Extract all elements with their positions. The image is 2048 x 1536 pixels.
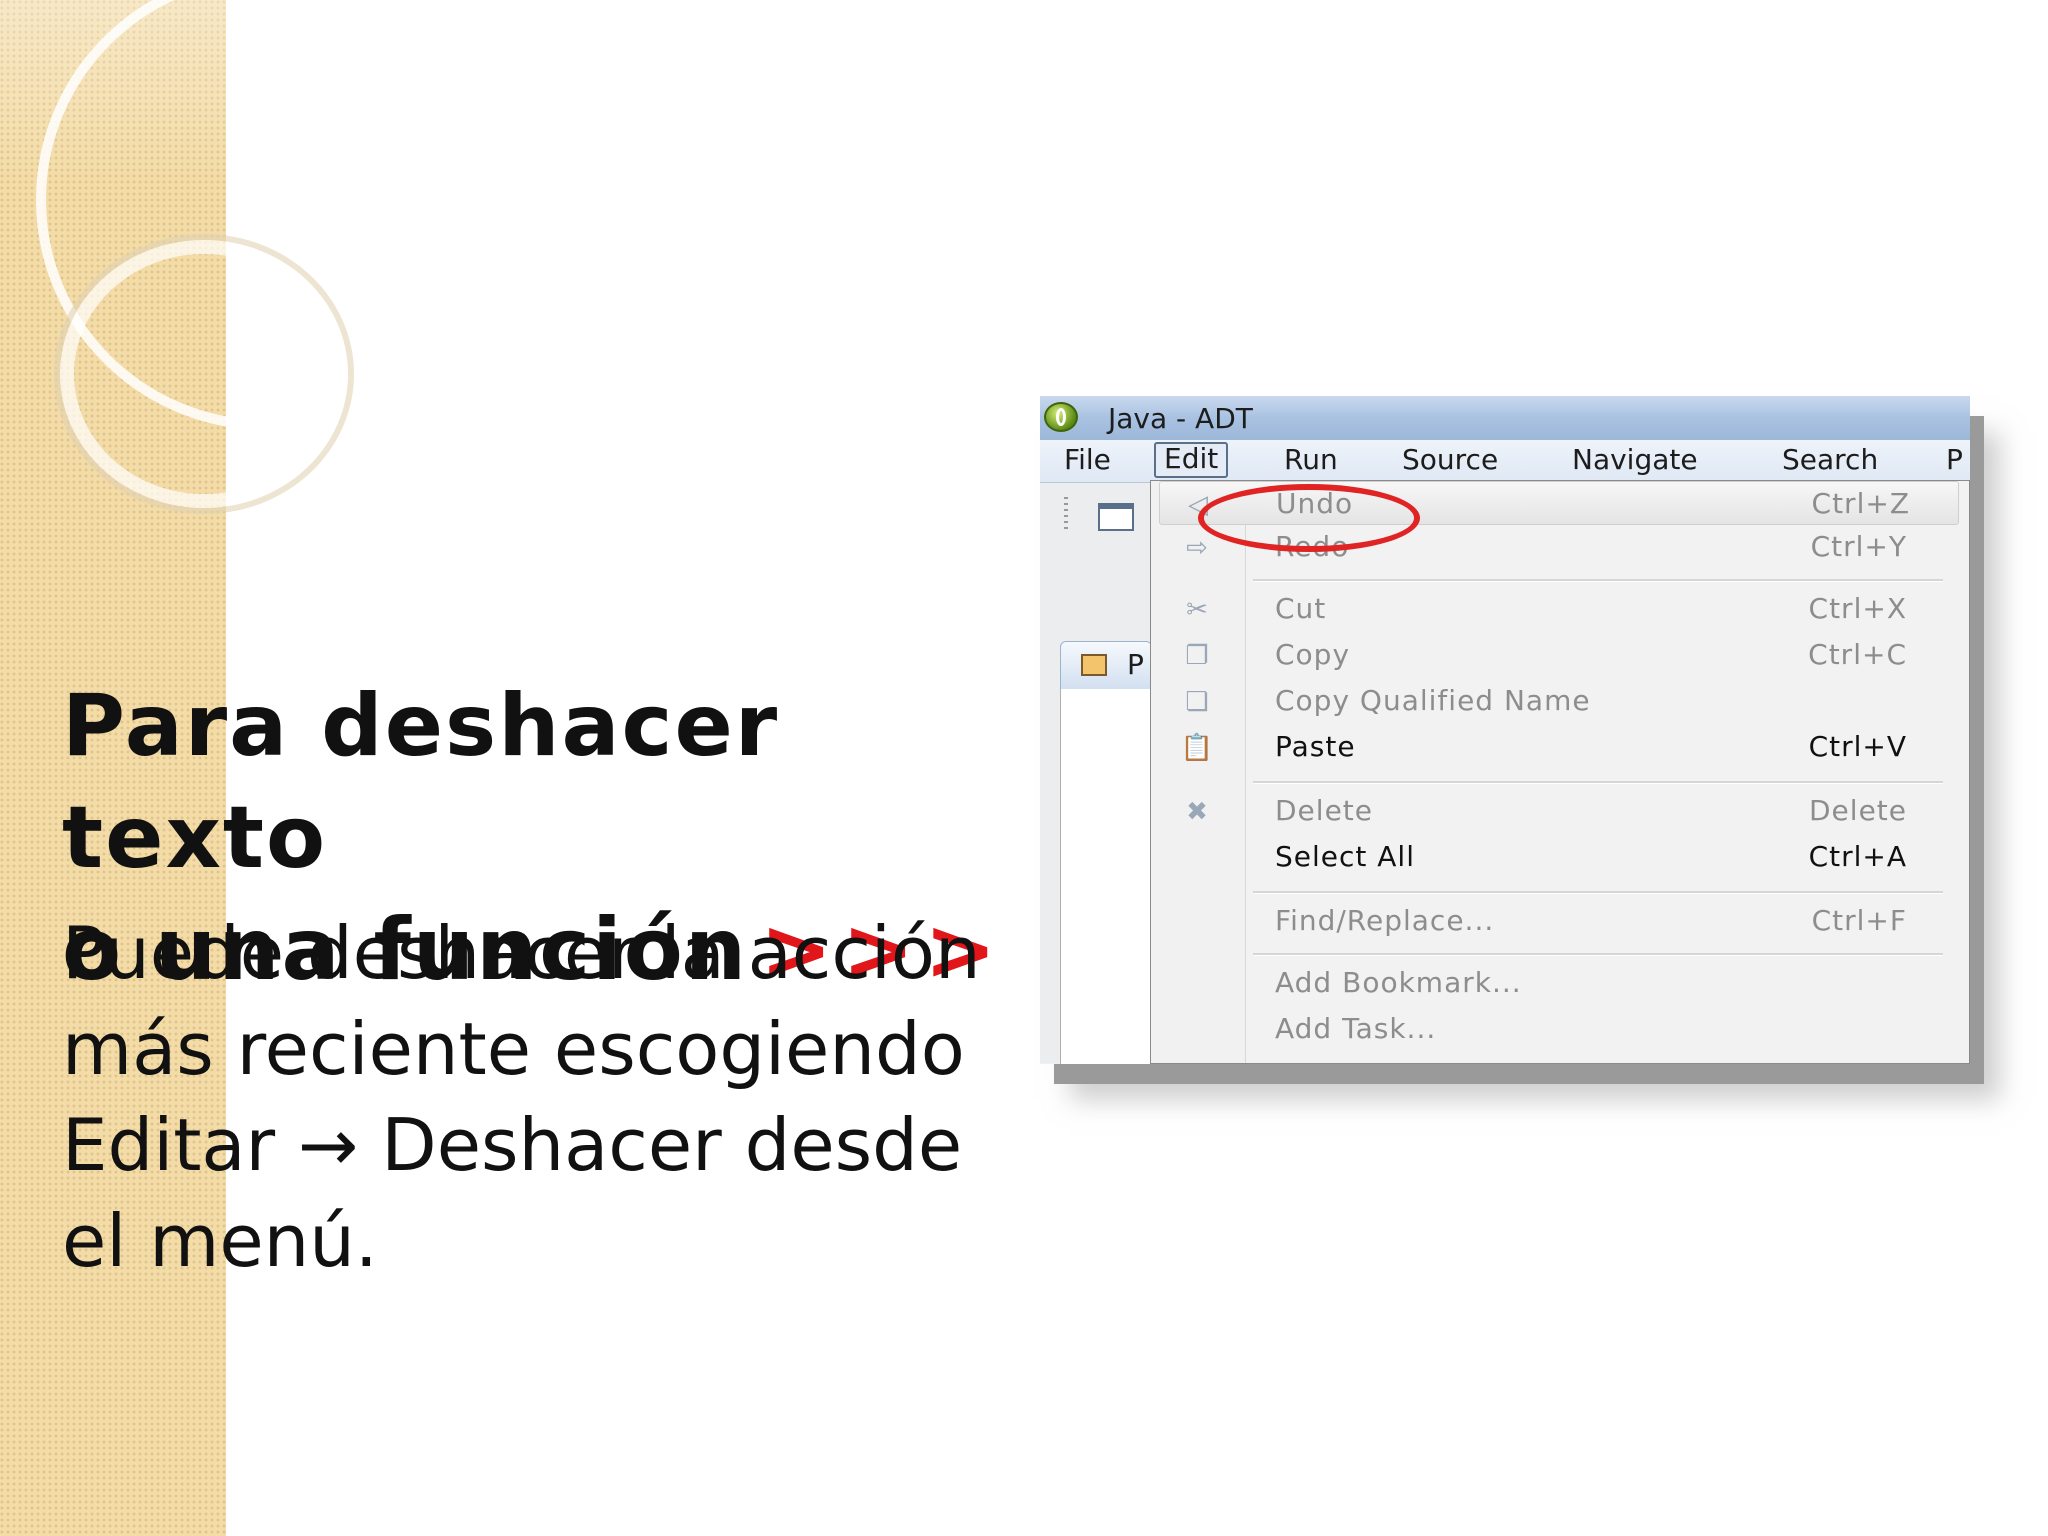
undo-highlight-ring: [1198, 484, 1420, 552]
scissors-icon: ✂: [1186, 595, 1208, 625]
menu-item-label: Copy Qualified Name: [1275, 684, 1591, 717]
delete-icon: ✖: [1186, 797, 1208, 827]
menu-edit[interactable]: Edit: [1154, 442, 1229, 478]
window-title: Java - ADT: [1108, 402, 1253, 435]
menu-item-label: Add Task...: [1275, 1012, 1437, 1045]
decorative-ring-small: [60, 240, 348, 508]
slide-body: Puede deshacer la acción más reciente es…: [62, 905, 1042, 1289]
menu-separator: [1253, 579, 1943, 582]
menu-item-label: Select All: [1275, 840, 1415, 873]
menu-item-add-bookmark[interactable]: Add Bookmark...: [1151, 961, 1970, 1005]
menu-item-shortcut: Ctrl+Z: [1811, 487, 1910, 520]
toolbar: P: [1040, 483, 1152, 1064]
package-explorer-tab-label: P: [1127, 648, 1144, 681]
menu-item-copy-qualified-name[interactable]: ❏ Copy Qualified Name: [1151, 679, 1970, 723]
menu-separator: [1253, 891, 1943, 894]
menu-item-label: Find/Replace...: [1275, 904, 1495, 937]
menu-separator: [1253, 953, 1943, 956]
slide-title-line-1: Para deshacer texto: [62, 676, 780, 888]
copy-icon: ❐: [1185, 641, 1209, 671]
eclipse-screenshot: Java - ADT File Edit Run Source Navigate…: [1040, 396, 1970, 1064]
menu-item-select-all[interactable]: Select All Ctrl+A: [1151, 835, 1970, 879]
menu-item-label: Cut: [1275, 592, 1327, 625]
menu-item-shortcut: Ctrl+V: [1808, 730, 1907, 763]
menu-item-find-replace[interactable]: Find/Replace... Ctrl+F: [1151, 899, 1970, 943]
menu-item-shortcut: Ctrl+X: [1808, 592, 1907, 625]
body-line-2: más reciente escogiendo: [62, 1007, 965, 1091]
package-explorer-tab[interactable]: P: [1060, 641, 1152, 690]
menu-item-shortcut: Ctrl+Y: [1810, 530, 1907, 563]
menu-source[interactable]: Source: [1394, 444, 1506, 476]
package-explorer-view: [1060, 689, 1151, 1064]
menu-project-truncated[interactable]: P: [1938, 444, 1970, 476]
menu-item-label: Delete: [1275, 794, 1373, 827]
menu-item-label: Add Bookmark...: [1275, 966, 1522, 999]
body-line-4: el menú.: [62, 1199, 378, 1283]
menu-item-shortcut: Delete: [1809, 794, 1907, 827]
menu-run[interactable]: Run: [1276, 444, 1346, 476]
menu-item-label: Copy: [1275, 638, 1351, 671]
paste-icon: 📋: [1180, 733, 1214, 763]
menu-item-copy[interactable]: ❐ Copy Ctrl+C: [1151, 633, 1970, 677]
eclipse-logo-icon: [1044, 402, 1078, 432]
menu-item-delete[interactable]: ✖ Delete Delete: [1151, 789, 1970, 833]
menu-navigate[interactable]: Navigate: [1564, 444, 1706, 476]
menu-file[interactable]: File: [1056, 444, 1119, 476]
redo-icon: ⇨: [1186, 533, 1208, 563]
window-titlebar: Java - ADT: [1040, 396, 1970, 440]
menu-item-shortcut: Ctrl+C: [1808, 638, 1907, 671]
body-line-1: Puede deshacer la acción: [62, 911, 981, 995]
menu-search[interactable]: Search: [1774, 444, 1886, 476]
package-explorer-icon: [1081, 654, 1107, 676]
menu-item-shortcut: Ctrl+F: [1811, 904, 1907, 937]
edit-menu-dropdown: ◁ Undo Ctrl+Z ⇨ Redo Ctrl+Y ✂ Cut Ctrl+X…: [1150, 480, 1970, 1064]
menubar: File Edit Run Source Navigate Search P: [1040, 440, 1970, 483]
body-line-3: Editar → Deshacer desde: [62, 1103, 963, 1187]
new-file-icon[interactable]: [1098, 503, 1134, 531]
menu-item-shortcut: Ctrl+A: [1808, 840, 1907, 873]
menu-item-label: Paste: [1275, 730, 1356, 763]
menu-item-cut[interactable]: ✂ Cut Ctrl+X: [1151, 587, 1970, 631]
menu-item-paste[interactable]: 📋 Paste Ctrl+V: [1151, 725, 1970, 769]
menu-separator: [1253, 781, 1943, 784]
toolbar-grip[interactable]: [1064, 497, 1068, 533]
copy-qualified-icon: ❏: [1185, 687, 1209, 717]
menu-item-add-task[interactable]: Add Task...: [1151, 1007, 1970, 1051]
